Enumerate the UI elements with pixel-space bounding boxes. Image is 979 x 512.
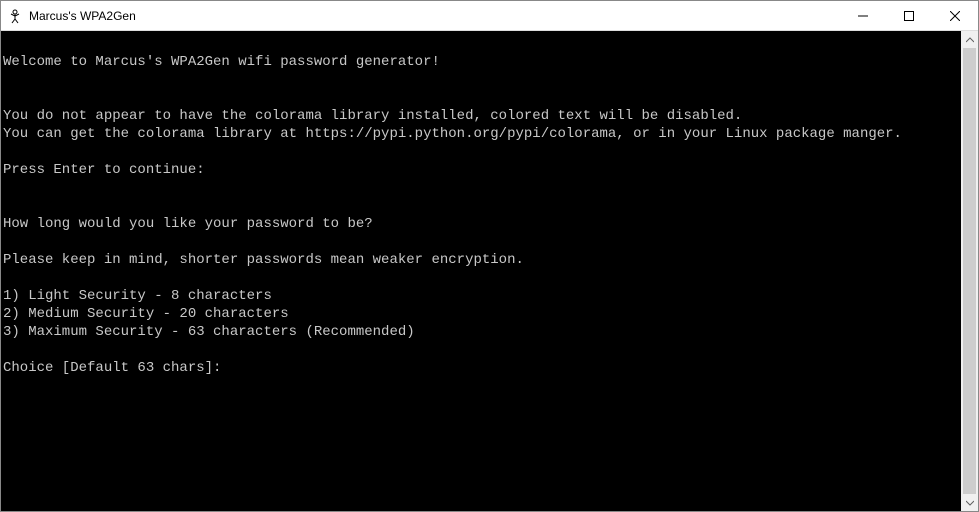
scroll-up-arrow-icon[interactable] — [961, 31, 978, 48]
console-line: Welcome to Marcus's WPA2Gen wifi passwor… — [3, 53, 961, 71]
app-window: Marcus's WPA2Gen Welcome to Marcus's WPA… — [0, 0, 979, 512]
console-line: Press Enter to continue: — [3, 161, 961, 179]
content-area: Welcome to Marcus's WPA2Gen wifi passwor… — [1, 31, 978, 511]
window-title: Marcus's WPA2Gen — [29, 9, 136, 23]
console-line: 3) Maximum Security - 63 characters (Rec… — [3, 323, 961, 341]
minimize-button[interactable] — [840, 1, 886, 30]
console-line — [3, 35, 961, 53]
console-line — [3, 71, 961, 89]
scroll-down-arrow-icon[interactable] — [961, 494, 978, 511]
app-icon — [7, 8, 23, 24]
vertical-scrollbar[interactable] — [961, 31, 978, 511]
scrollbar-thumb[interactable] — [963, 48, 976, 494]
console-line: 2) Medium Security - 20 characters — [3, 305, 961, 323]
console-line — [3, 197, 961, 215]
console-line — [3, 341, 961, 359]
console-line: Please keep in mind, shorter passwords m… — [3, 251, 961, 269]
console-line: How long would you like your password to… — [3, 215, 961, 233]
console-line — [3, 143, 961, 161]
maximize-button[interactable] — [886, 1, 932, 30]
console-line — [3, 89, 961, 107]
console-line — [3, 269, 961, 287]
console-line: You can get the colorama library at http… — [3, 125, 961, 143]
console-line — [3, 179, 961, 197]
titlebar[interactable]: Marcus's WPA2Gen — [1, 1, 978, 31]
console-line: Choice [Default 63 chars]: — [3, 359, 961, 377]
console-output[interactable]: Welcome to Marcus's WPA2Gen wifi passwor… — [1, 31, 961, 511]
console-line — [3, 233, 961, 251]
window-controls — [840, 1, 978, 30]
scrollbar-track[interactable] — [961, 48, 978, 494]
close-button[interactable] — [932, 1, 978, 30]
console-line: 1) Light Security - 8 characters — [3, 287, 961, 305]
console-line: You do not appear to have the colorama l… — [3, 107, 961, 125]
